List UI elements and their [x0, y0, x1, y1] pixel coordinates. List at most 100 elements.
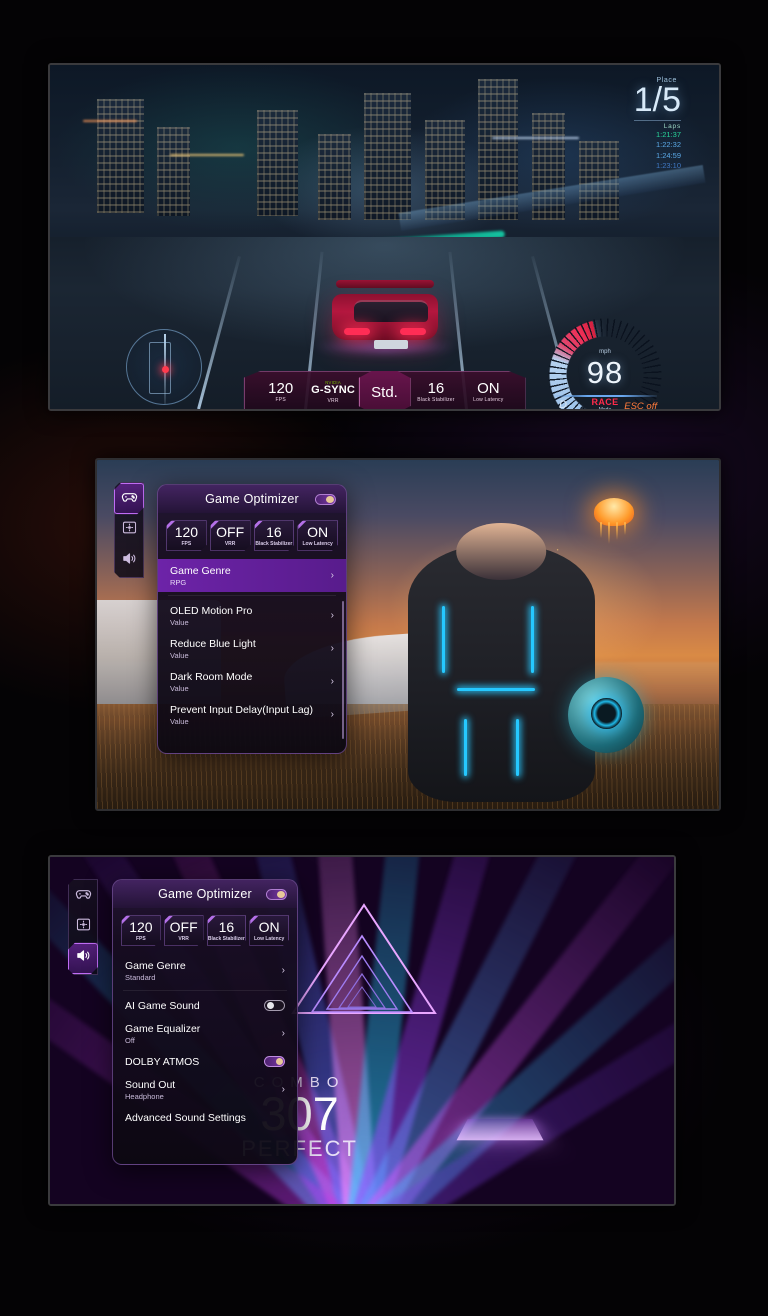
stat-vrr[interactable]: NVIDIA G-SYNC VRR [307, 380, 359, 404]
osd-master-toggle[interactable] [266, 889, 287, 900]
rail-tab-game[interactable] [114, 483, 144, 514]
rhythm-game-screen: COMBO 307 PERFECT Game Optimizer 120 FPS… [50, 857, 674, 1204]
rail-tab-sound[interactable] [68, 943, 98, 974]
osd-stat-vrr-value: OFF [169, 919, 198, 935]
osd-stat-black-stabilizer[interactable]: 16 Black Stabilizer [254, 520, 295, 551]
companion-drone [568, 677, 645, 754]
osd-stat-fps[interactable]: 120 FPS [121, 915, 161, 946]
car-body [331, 294, 438, 350]
menu-item-title: Advanced Sound Settings [125, 1112, 246, 1124]
rail-tab-picture[interactable] [68, 911, 98, 942]
menu-item-title: Game Genre [170, 564, 231, 577]
menu-item-value: Headphone [125, 1092, 164, 1101]
license-plate [373, 340, 408, 350]
stat-fps-label: FPS [275, 397, 286, 404]
rhythm-note-pad [456, 1118, 544, 1141]
tv-panel-racing: 02:19 Place 1/5 Laps 1:21:37 1:22:32 1:2… [48, 63, 721, 411]
menu-item-game-equalizer[interactable]: Game Equalizer Off › [113, 1017, 297, 1050]
menu-item-dark-room-mode[interactable]: Dark Room Mode Value › [158, 665, 346, 698]
osd-category-rail [68, 879, 98, 975]
osd-stat-black-stabilizer-label: Black Stabilizer [255, 540, 293, 547]
ai-game-sound-toggle[interactable] [264, 1000, 285, 1012]
drone-lens [591, 698, 622, 729]
building [96, 99, 144, 213]
racing-game-screen: 02:19 Place 1/5 Laps 1:21:37 1:22:32 1:2… [50, 65, 719, 409]
menu-item-value: Value [170, 617, 189, 627]
osd-header: Game Optimizer [158, 485, 346, 513]
menu-item-game-genre[interactable]: Game Genre Standard › [113, 954, 297, 987]
stat-black-stabilizer[interactable]: 16 Black Stabilizer [410, 380, 462, 403]
osd-stat-low-latency-value: ON [307, 524, 329, 540]
menu-item-sound-out[interactable]: Sound Out Headphone › [113, 1073, 297, 1106]
menu-item-title: Game Equalizer [125, 1022, 201, 1035]
lap-time: 1:24:59 [655, 150, 681, 160]
osd-stat-row: 120 FPS OFF VRR 16 Black Stabilizer ON L… [113, 908, 297, 954]
lap-time: 1:23:10 [655, 160, 681, 170]
rail-tab-game[interactable] [68, 880, 98, 911]
osd-title: Game Optimizer [205, 492, 299, 506]
menu-item-reduce-blue-light[interactable]: Reduce Blue Light Value › [158, 632, 346, 665]
menu-item-dolby-atmos[interactable]: DOLBY ATMOS [113, 1050, 297, 1073]
menu-item-prevent-input-delay[interactable]: Prevent Input Delay(Input Lag) Value › [158, 698, 346, 731]
light-streak [491, 137, 579, 140]
suit-neon-strip [441, 605, 445, 673]
osd-stat-low-latency[interactable]: ON Low Latency [249, 915, 289, 946]
tv-panel-picture-menu: Game Optimizer 120 FPS OFF VRR 16 Black … [95, 458, 721, 811]
rail-tab-picture[interactable] [114, 514, 144, 545]
brightness-icon [75, 916, 92, 938]
menu-item-title: Reduce Blue Light [170, 637, 256, 650]
stat-vrr-label: VRR [327, 397, 339, 404]
minimap-radar [126, 329, 202, 405]
suit-neon-strip [456, 688, 535, 692]
osd-stat-fps-label: FPS [181, 540, 192, 547]
suit-neon-strip [463, 719, 467, 777]
picture-preset-button[interactable]: Std. ❮ ❯ [358, 371, 411, 409]
scifi-game-screen: Game Optimizer 120 FPS OFF VRR 16 Black … [97, 460, 719, 809]
osd-stat-black-stabilizer[interactable]: 16 Black Stabilizer [207, 915, 247, 946]
chevron-right-icon: › [281, 1027, 285, 1039]
car-rear-window [353, 300, 428, 323]
stat-fps[interactable]: 120 FPS [255, 380, 307, 404]
chevron-right-icon: › [281, 1083, 285, 1095]
menu-divider [123, 989, 287, 991]
osd-stat-fps-value: 120 [129, 919, 153, 935]
speaker-icon [121, 550, 138, 572]
osd-stat-low-latency-label: Low Latency [302, 540, 333, 547]
osd-stat-vrr[interactable]: OFF VRR [164, 915, 204, 946]
menu-item-value: Standard [125, 972, 156, 982]
stat-low-latency[interactable]: ON Low Latency [462, 380, 514, 403]
osd-master-toggle[interactable] [315, 494, 336, 505]
osd-menu-list: Game Genre Standard › AI Game Sound Game… [113, 954, 297, 1135]
rail-tab-sound[interactable] [114, 546, 144, 577]
menu-item-value: Value [170, 683, 189, 693]
chevron-right-icon: › [330, 642, 334, 654]
osd-scrollbar[interactable] [342, 601, 344, 739]
osd-stat-low-latency[interactable]: ON Low Latency [297, 520, 338, 551]
menu-item-game-genre[interactable]: Game Genre RPG › [158, 558, 346, 592]
player-character [408, 523, 595, 802]
dolby-atmos-toggle[interactable] [264, 1056, 285, 1068]
race-position-hud: Place 1/5 Laps 1:21:37 1:22:32 1:24:59 1… [633, 77, 681, 171]
brightness-icon [121, 519, 138, 541]
game-dashboard-bar[interactable]: 120 FPS NVIDIA G-SYNC VRR 16 Black Stabi… [243, 371, 526, 409]
menu-item-title: OLED Motion Pro [170, 604, 253, 617]
menu-item-oled-motion-pro[interactable]: OLED Motion Pro Value › [158, 599, 346, 632]
osd-stat-black-stabilizer-value: 16 [218, 919, 235, 935]
chevron-right-icon: › [330, 569, 334, 581]
osd-stat-fps-value: 120 [174, 524, 199, 540]
menu-item-advanced-sound-settings[interactable]: Advanced Sound Settings [113, 1106, 297, 1129]
speed-value: 98 [586, 355, 624, 390]
osd-stat-low-latency-value: ON [258, 919, 280, 935]
menu-item-title: Dark Room Mode [170, 670, 253, 683]
light-streak [83, 120, 137, 123]
suit-neon-strip [516, 719, 520, 777]
building [257, 109, 298, 217]
osd-stat-row: 120 FPS OFF VRR 16 Black Stabilizer ON L… [158, 513, 346, 559]
osd-header: Game Optimizer [113, 880, 297, 908]
osd-stat-vrr[interactable]: OFF VRR [210, 520, 251, 551]
osd-stat-fps[interactable]: 120 FPS [166, 520, 207, 551]
menu-item-ai-game-sound[interactable]: AI Game Sound [113, 994, 297, 1017]
stat-vrr-value: G-SYNC [311, 384, 356, 397]
tail-light-right [399, 328, 426, 336]
building [157, 126, 191, 217]
